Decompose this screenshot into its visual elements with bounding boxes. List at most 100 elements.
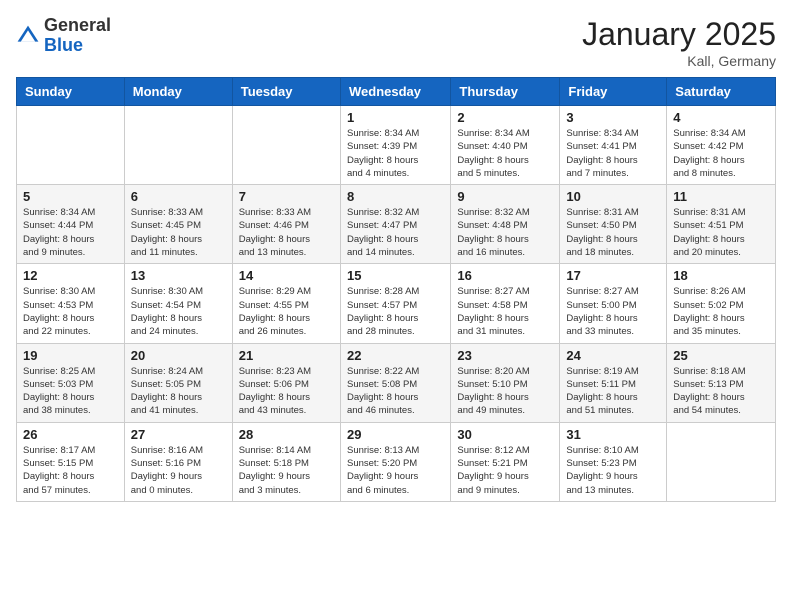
calendar-cell: 1 Sunrise: 8:34 AM Sunset: 4:39 PM Daylig… <box>340 106 450 185</box>
logo-text: General Blue <box>44 16 111 56</box>
day-info: Sunrise: 8:28 AM Sunset: 4:57 PM Dayligh… <box>347 285 444 338</box>
calendar-cell: 18Sunrise: 8:26 AM Sunset: 5:02 PM Dayli… <box>667 264 776 343</box>
day-number: 11 <box>673 189 769 204</box>
calendar-cell: 19Sunrise: 8:25 AM Sunset: 5:03 PM Dayli… <box>17 343 125 422</box>
day-number: 5 <box>23 189 118 204</box>
calendar-cell: 4Sunrise: 8:34 AM Sunset: 4:42 PM Daylig… <box>667 106 776 185</box>
day-number: 25 <box>673 348 769 363</box>
calendar-cell <box>232 106 340 185</box>
day-number: 10 <box>566 189 660 204</box>
page-header: General Blue January 2025 Kall, Germany <box>16 16 776 69</box>
calendar-cell: 29 Sunrise: 8:13 AM Sunset: 5:20 PM Dayli… <box>340 422 450 501</box>
calendar-cell: 17 Sunrise: 8:27 AM Sunset: 5:00 PM Dayli… <box>560 264 667 343</box>
calendar-week-row: 19Sunrise: 8:25 AM Sunset: 5:03 PM Dayli… <box>17 343 776 422</box>
day-number: 21 <box>239 348 334 363</box>
day-info: Sunrise: 8:14 AM Sunset: 5:18 PM Dayligh… <box>239 444 334 497</box>
calendar-cell: 21 Sunrise: 8:23 AM Sunset: 5:06 PM Dayli… <box>232 343 340 422</box>
day-info: Sunrise: 8:27 AM Sunset: 4:58 PM Dayligh… <box>457 285 553 338</box>
calendar-cell <box>667 422 776 501</box>
day-info: Sunrise: 8:19 AM Sunset: 5:11 PM Dayligh… <box>566 365 660 418</box>
calendar-cell: 8 Sunrise: 8:32 AM Sunset: 4:47 PM Daylig… <box>340 185 450 264</box>
calendar-week-row: 12 Sunrise: 8:30 AM Sunset: 4:53 PM Dayli… <box>17 264 776 343</box>
weekday-header: Saturday <box>667 78 776 106</box>
day-number: 27 <box>131 427 226 442</box>
day-number: 19 <box>23 348 118 363</box>
day-info: Sunrise: 8:18 AM Sunset: 5:13 PM Dayligh… <box>673 365 769 418</box>
calendar-cell: 9 Sunrise: 8:32 AM Sunset: 4:48 PM Daylig… <box>451 185 560 264</box>
calendar-cell: 3Sunrise: 8:34 AM Sunset: 4:41 PM Daylig… <box>560 106 667 185</box>
day-number: 22 <box>347 348 444 363</box>
day-number: 9 <box>457 189 553 204</box>
calendar-cell: 22Sunrise: 8:22 AM Sunset: 5:08 PM Dayli… <box>340 343 450 422</box>
calendar-cell: 12 Sunrise: 8:30 AM Sunset: 4:53 PM Dayli… <box>17 264 125 343</box>
calendar-cell: 28 Sunrise: 8:14 AM Sunset: 5:18 PM Dayli… <box>232 422 340 501</box>
day-info: Sunrise: 8:16 AM Sunset: 5:16 PM Dayligh… <box>131 444 226 497</box>
day-info: Sunrise: 8:17 AM Sunset: 5:15 PM Dayligh… <box>23 444 118 497</box>
day-info: Sunrise: 8:30 AM Sunset: 4:53 PM Dayligh… <box>23 285 118 338</box>
day-info: Sunrise: 8:27 AM Sunset: 5:00 PM Dayligh… <box>566 285 660 338</box>
day-number: 3 <box>566 110 660 125</box>
day-number: 8 <box>347 189 444 204</box>
day-number: 24 <box>566 348 660 363</box>
day-info: Sunrise: 8:34 AM Sunset: 4:44 PM Dayligh… <box>23 206 118 259</box>
location: Kall, Germany <box>582 53 776 69</box>
calendar-cell: 7Sunrise: 8:33 AM Sunset: 4:46 PM Daylig… <box>232 185 340 264</box>
day-number: 14 <box>239 268 334 283</box>
logo-icon <box>16 24 40 48</box>
day-number: 6 <box>131 189 226 204</box>
day-info: Sunrise: 8:34 AM Sunset: 4:40 PM Dayligh… <box>457 127 553 180</box>
day-number: 23 <box>457 348 553 363</box>
day-number: 20 <box>131 348 226 363</box>
weekday-header-row: SundayMondayTuesdayWednesdayThursdayFrid… <box>17 78 776 106</box>
day-number: 1 <box>347 110 444 125</box>
day-number: 26 <box>23 427 118 442</box>
day-info: Sunrise: 8:34 AM Sunset: 4:42 PM Dayligh… <box>673 127 769 180</box>
calendar-cell: 25 Sunrise: 8:18 AM Sunset: 5:13 PM Dayli… <box>667 343 776 422</box>
calendar-cell: 2 Sunrise: 8:34 AM Sunset: 4:40 PM Daylig… <box>451 106 560 185</box>
day-info: Sunrise: 8:26 AM Sunset: 5:02 PM Dayligh… <box>673 285 769 338</box>
calendar-cell <box>124 106 232 185</box>
day-info: Sunrise: 8:32 AM Sunset: 4:48 PM Dayligh… <box>457 206 553 259</box>
calendar-cell: 14Sunrise: 8:29 AM Sunset: 4:55 PM Dayli… <box>232 264 340 343</box>
weekday-header: Thursday <box>451 78 560 106</box>
day-info: Sunrise: 8:31 AM Sunset: 4:51 PM Dayligh… <box>673 206 769 259</box>
weekday-header: Wednesday <box>340 78 450 106</box>
day-number: 31 <box>566 427 660 442</box>
calendar-cell: 5 Sunrise: 8:34 AM Sunset: 4:44 PM Daylig… <box>17 185 125 264</box>
day-number: 28 <box>239 427 334 442</box>
calendar-cell: 11 Sunrise: 8:31 AM Sunset: 4:51 PM Dayli… <box>667 185 776 264</box>
calendar-week-row: 26 Sunrise: 8:17 AM Sunset: 5:15 PM Dayli… <box>17 422 776 501</box>
calendar: SundayMondayTuesdayWednesdayThursdayFrid… <box>16 77 776 502</box>
day-info: Sunrise: 8:24 AM Sunset: 5:05 PM Dayligh… <box>131 365 226 418</box>
day-info: Sunrise: 8:33 AM Sunset: 4:45 PM Dayligh… <box>131 206 226 259</box>
day-number: 17 <box>566 268 660 283</box>
day-info: Sunrise: 8:20 AM Sunset: 5:10 PM Dayligh… <box>457 365 553 418</box>
day-info: Sunrise: 8:33 AM Sunset: 4:46 PM Dayligh… <box>239 206 334 259</box>
calendar-cell: 27 Sunrise: 8:16 AM Sunset: 5:16 PM Dayli… <box>124 422 232 501</box>
weekday-header: Monday <box>124 78 232 106</box>
day-number: 29 <box>347 427 444 442</box>
day-number: 12 <box>23 268 118 283</box>
day-number: 2 <box>457 110 553 125</box>
day-number: 30 <box>457 427 553 442</box>
calendar-cell: 6 Sunrise: 8:33 AM Sunset: 4:45 PM Daylig… <box>124 185 232 264</box>
calendar-cell: 15 Sunrise: 8:28 AM Sunset: 4:57 PM Dayli… <box>340 264 450 343</box>
day-number: 16 <box>457 268 553 283</box>
day-info: Sunrise: 8:34 AM Sunset: 4:39 PM Dayligh… <box>347 127 444 180</box>
calendar-cell <box>17 106 125 185</box>
day-info: Sunrise: 8:10 AM Sunset: 5:23 PM Dayligh… <box>566 444 660 497</box>
title-block: January 2025 Kall, Germany <box>582 16 776 69</box>
calendar-cell: 31 Sunrise: 8:10 AM Sunset: 5:23 PM Dayli… <box>560 422 667 501</box>
day-info: Sunrise: 8:23 AM Sunset: 5:06 PM Dayligh… <box>239 365 334 418</box>
day-info: Sunrise: 8:13 AM Sunset: 5:20 PM Dayligh… <box>347 444 444 497</box>
day-info: Sunrise: 8:30 AM Sunset: 4:54 PM Dayligh… <box>131 285 226 338</box>
day-number: 15 <box>347 268 444 283</box>
day-info: Sunrise: 8:32 AM Sunset: 4:47 PM Dayligh… <box>347 206 444 259</box>
calendar-week-row: 5 Sunrise: 8:34 AM Sunset: 4:44 PM Daylig… <box>17 185 776 264</box>
logo-general: General <box>44 15 111 35</box>
calendar-cell: 13 Sunrise: 8:30 AM Sunset: 4:54 PM Dayli… <box>124 264 232 343</box>
day-number: 13 <box>131 268 226 283</box>
calendar-cell: 20 Sunrise: 8:24 AM Sunset: 5:05 PM Dayli… <box>124 343 232 422</box>
calendar-cell: 30Sunrise: 8:12 AM Sunset: 5:21 PM Dayli… <box>451 422 560 501</box>
calendar-cell: 16 Sunrise: 8:27 AM Sunset: 4:58 PM Dayli… <box>451 264 560 343</box>
